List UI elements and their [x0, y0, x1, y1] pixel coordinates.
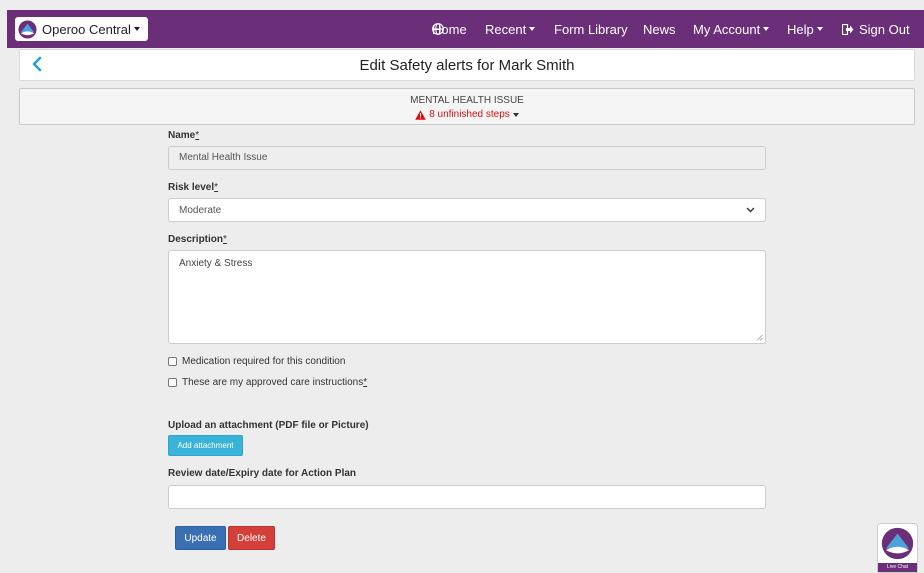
required-marker: * — [363, 377, 368, 388]
chevron-down-icon — [816, 27, 823, 31]
operoo-logo-icon — [18, 19, 37, 39]
review-date-input[interactable] — [168, 485, 766, 509]
review-date-label: Review date/Expiry date for Action Plan — [168, 468, 357, 479]
live-chat-widget[interactable]: Live Chat — [877, 523, 918, 573]
required-marker: * — [223, 234, 227, 245]
name-field[interactable]: Mental Health Issue — [168, 146, 766, 170]
name-label: Name* — [168, 130, 199, 141]
top-navbar: Operoo Central Home Recent Form Library … — [7, 10, 924, 48]
nav-my-account[interactable]: My Account — [693, 10, 770, 48]
delete-button[interactable]: Delete — [228, 526, 275, 550]
unfinished-steps-dropdown[interactable]: 8 unfinished steps — [20, 109, 914, 120]
live-chat-label: Live Chat — [878, 563, 917, 572]
nav-form-library[interactable]: Form Library — [554, 10, 628, 48]
name-value: Mental Health Issue — [179, 152, 268, 163]
nav-form-library-label: Form Library — [554, 21, 628, 37]
upload-label: Upload an attachment (PDF file or Pictur… — [168, 420, 369, 431]
chevron-down-icon — [512, 112, 519, 117]
approved-checkbox-row[interactable]: These are my approved care instructions * — [168, 377, 367, 388]
chevron-down-icon — [746, 207, 755, 213]
chevron-down-icon — [529, 27, 536, 31]
required-marker: * — [195, 130, 200, 141]
steps-panel: MENTAL HEALTH ISSUE 8 unfinished steps — [19, 88, 915, 125]
nav-help-label: Help — [787, 21, 814, 37]
risk-level-value: Moderate — [179, 204, 222, 216]
risk-level-label-text: Risk level — [168, 182, 215, 193]
nav-news-label: News — [643, 21, 676, 37]
brand-name: Operoo Central — [42, 21, 131, 37]
description-label: Description* — [168, 234, 227, 245]
medication-checkbox-row[interactable]: Medication required for this condition — [168, 356, 345, 367]
approved-checkbox[interactable] — [168, 378, 177, 387]
risk-level-label: Risk level* — [168, 182, 218, 193]
add-attachment-button[interactable]: Add attachment — [168, 435, 243, 456]
description-value: Anxiety & Stress — [179, 258, 253, 269]
unfinished-steps-label: 8 unfinished steps — [429, 109, 510, 120]
nav-sign-out[interactable]: Sign Out — [842, 10, 910, 48]
description-label-text: Description — [168, 234, 224, 245]
chevron-down-icon — [763, 27, 770, 31]
operoo-logo-icon — [881, 527, 914, 560]
name-label-text: Name — [168, 130, 196, 141]
nav-recent[interactable]: Recent — [485, 10, 536, 48]
brand-dropdown[interactable]: Operoo Central — [15, 17, 148, 41]
nav-sign-out-label: Sign Out — [859, 21, 910, 37]
page-title: Edit Safety alerts for Mark Smith — [359, 57, 575, 74]
nav-home-link[interactable]: Home — [432, 10, 467, 48]
page-header: Edit Safety alerts for Mark Smith — [19, 49, 915, 81]
medication-label: Medication required for this condition — [182, 356, 346, 367]
sign-out-icon — [842, 23, 854, 35]
warning-icon — [415, 109, 426, 120]
nav-help[interactable]: Help — [787, 10, 823, 48]
medication-checkbox[interactable] — [168, 357, 177, 366]
approved-label: These are my approved care instructions — [182, 377, 364, 388]
nav-recent-label: Recent — [485, 21, 527, 37]
chevron-down-icon — [133, 27, 140, 31]
nav-news[interactable]: News — [643, 10, 676, 48]
description-textarea[interactable]: Anxiety & Stress — [168, 250, 766, 344]
risk-level-select[interactable]: Moderate — [168, 198, 766, 222]
resize-handle-icon[interactable] — [756, 334, 763, 341]
nav-my-account-label: My Account — [693, 21, 761, 37]
nav-home-label: Home — [432, 21, 467, 37]
update-button[interactable]: Update — [175, 526, 226, 550]
required-marker: * — [214, 182, 219, 193]
alert-type-title: MENTAL HEALTH ISSUE — [410, 95, 524, 106]
